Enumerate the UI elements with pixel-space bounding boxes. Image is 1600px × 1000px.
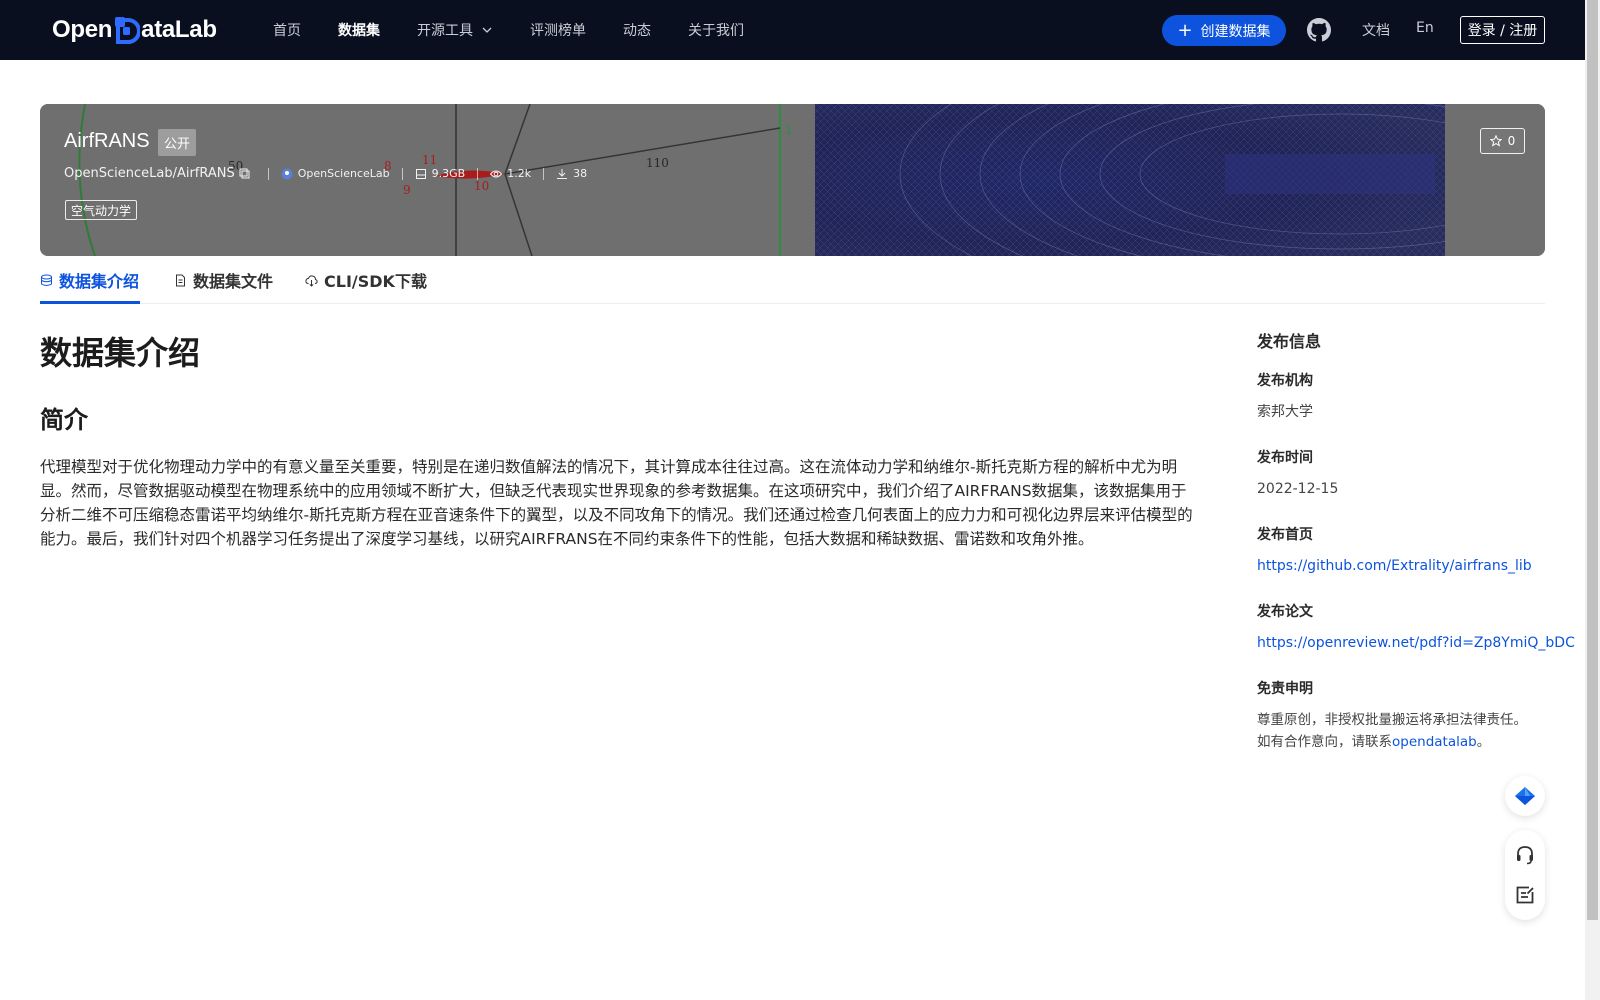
top-navbar: Open ataLab 首页 数据集 开源工具 评测榜单 动态 关于我们 + 创… <box>0 0 1585 60</box>
tab-cli-sdk-label: CLI/SDK下载 <box>324 272 427 291</box>
nav-datasets[interactable]: 数据集 <box>338 20 380 40</box>
file-icon <box>176 274 185 286</box>
star-count: 0 <box>1507 134 1516 148</box>
page-scrollbar[interactable] <box>1585 0 1600 1000</box>
dataset-meta: OpenScienceLab/AirfRANS OpenScienceLab 9… <box>64 166 587 181</box>
homepage-label: 发布首页 <box>1257 527 1313 543</box>
nav-news[interactable]: 动态 <box>623 20 651 40</box>
nav-leaderboard[interactable]: 评测榜单 <box>530 20 586 40</box>
contact-link[interactable]: opendatalab <box>1392 734 1477 750</box>
floating-logo-button[interactable] <box>1505 776 1545 816</box>
dataset-tabs: 数据集介绍 数据集文件 CLI/SDK下载 <box>40 256 1545 304</box>
publish-date-label: 发布时间 <box>1257 450 1313 466</box>
intro-paragraph: 代理模型对于优化物理动力学中的有意义量至关重要，特别是在递归数值解法的情况下，其… <box>40 458 1193 548</box>
org-name[interactable]: OpenScienceLab <box>298 167 390 180</box>
publish-date-value: 2022-12-15 <box>1257 481 1339 497</box>
language-switch[interactable]: En <box>1416 20 1434 36</box>
disclaimer-line-1: 尊重原创，非授权批量搬运将承担法律责任。 <box>1257 712 1527 728</box>
tab-introduction[interactable]: 数据集介绍 <box>40 268 139 292</box>
main-nav: 首页 数据集 开源工具 评测榜单 动态 关于我们 <box>273 0 781 60</box>
logo-text-open: Open <box>52 16 113 43</box>
disclaimer-line-2-text: 如有合作意向，请联系 <box>1257 734 1392 750</box>
floating-action-panel <box>1505 830 1545 920</box>
nav-open-tools-label: 开源工具 <box>417 23 473 39</box>
nav-home[interactable]: 首页 <box>273 20 301 40</box>
nav-about[interactable]: 关于我们 <box>688 20 744 40</box>
database-icon <box>41 274 52 286</box>
disclaimer-label: 免责申明 <box>1257 681 1313 697</box>
copy-icon[interactable] <box>239 168 251 180</box>
page-title: 数据集介绍 <box>40 334 201 372</box>
tab-introduction-label: 数据集介绍 <box>59 272 140 291</box>
chevron-down-icon <box>482 27 492 33</box>
publish-info-panel: 发布信息 发布机构 索邦大学 发布时间 2022-12-15 发布首页 http… <box>1257 328 1575 777</box>
divider <box>401 167 403 180</box>
diamond-logo-icon <box>1515 787 1535 805</box>
opendatalab-logo[interactable]: Open ataLab <box>52 14 217 46</box>
org-avatar-icon <box>281 168 293 179</box>
plus-icon: + <box>1177 19 1193 41</box>
publisher-value: 索邦大学 <box>1257 404 1313 420</box>
eye-icon <box>490 170 503 177</box>
divider <box>543 167 545 180</box>
github-icon[interactable] <box>1307 18 1331 42</box>
download-count: 38 <box>573 167 588 180</box>
tab-cli-sdk[interactable]: CLI/SDK下载 <box>305 268 427 292</box>
paper-link[interactable]: https://openreview.net/pdf?id=Zp8YmiQ_bD… <box>1257 635 1575 651</box>
star-button[interactable]: 0 <box>1480 128 1525 154</box>
create-dataset-label: 创建数据集 <box>1200 23 1271 40</box>
homepage-link[interactable]: https://github.com/Extrality/airfrans_li… <box>1257 558 1532 574</box>
create-dataset-button[interactable]: + 创建数据集 <box>1162 15 1286 46</box>
disclaimer-line-2-end: 。 <box>1476 734 1491 750</box>
feedback-edit-icon[interactable] <box>1514 884 1536 906</box>
divider <box>477 167 479 180</box>
active-tab-indicator <box>40 301 140 304</box>
cloud-download-icon <box>305 274 318 287</box>
repo-path: OpenScienceLab/AirfRANS <box>64 166 235 181</box>
section-heading-intro: 简介 <box>40 406 88 434</box>
nav-open-tools[interactable]: 开源工具 <box>417 20 493 40</box>
disclaimer-line-2: 如有合作意向，请联系opendatalab。 <box>1257 731 1547 753</box>
dataset-title: AirfRANS <box>64 130 150 152</box>
dataset-hero-banner: 50 8 11 9 10 110 1 AirfRANS 公开 OpenScien… <box>40 104 1545 256</box>
view-count: 1.2k <box>507 167 532 180</box>
tab-files-label: 数据集文件 <box>193 272 274 291</box>
divider <box>267 167 269 180</box>
publish-info-title: 发布信息 <box>1257 332 1322 351</box>
headset-icon[interactable] <box>1514 844 1536 866</box>
docs-link[interactable]: 文档 <box>1362 20 1390 40</box>
paper-label: 发布论文 <box>1257 604 1313 620</box>
tab-files[interactable]: 数据集文件 <box>174 268 273 292</box>
logo-text-datalab: ataLab <box>141 16 217 43</box>
scrollbar-thumb[interactable] <box>1587 0 1598 920</box>
storage-icon <box>415 168 426 179</box>
visibility-badge: 公开 <box>158 129 197 156</box>
category-tag[interactable]: 空气动力学 <box>65 200 138 220</box>
publisher-label: 发布机构 <box>1257 373 1313 389</box>
download-icon <box>557 168 568 179</box>
login-register-button[interactable]: 登录 / 注册 <box>1460 16 1545 44</box>
logo-d-mark <box>114 16 142 44</box>
disclaimer-text: 尊重原创，非授权批量搬运将承担法律责任。 如有合作意向，请联系opendatal… <box>1257 709 1547 753</box>
star-icon <box>1489 135 1502 147</box>
dataset-size: 9.3GB <box>431 167 466 180</box>
